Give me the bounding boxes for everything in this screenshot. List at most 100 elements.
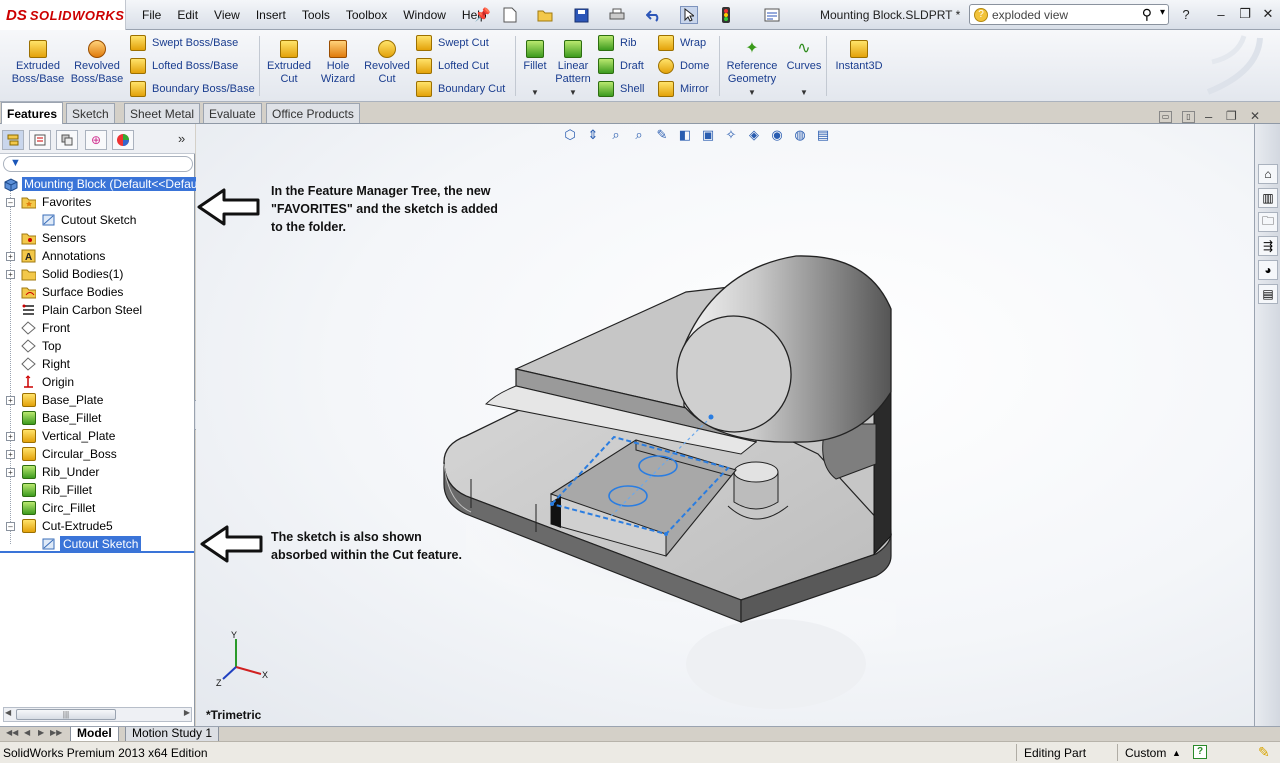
help-icon[interactable]: ? bbox=[1176, 5, 1196, 23]
swept-boss-button[interactable]: Swept Boss/Base bbox=[130, 33, 238, 53]
tree-item-favorites[interactable]: – Favorites bbox=[0, 193, 195, 211]
tree-item-base-plate[interactable]: + Base_Plate bbox=[0, 391, 195, 409]
search-dropdown-icon[interactable]: ▾ bbox=[1160, 7, 1165, 18]
expand-icon[interactable]: + bbox=[6, 449, 15, 459]
quick-tips-icon[interactable]: ? bbox=[1193, 745, 1207, 759]
tab-evaluate[interactable]: Evaluate bbox=[203, 103, 262, 123]
tab-motion-study-1[interactable]: Motion Study 1 bbox=[125, 727, 220, 742]
undo-icon[interactable] bbox=[645, 6, 663, 24]
rollback-bar[interactable] bbox=[0, 551, 194, 553]
new-document-icon[interactable] bbox=[501, 6, 519, 24]
expand-tabs-icon[interactable]: » bbox=[178, 131, 185, 146]
graphics-area[interactable]: ⬡ ⇕ ⌕ ⌕ ✎ ◧ ▣ ✧ ◈ ◉ ◍ ▤ Y X Z In the Fea… bbox=[196, 124, 1254, 726]
linear-pattern-button[interactable]: Linear Pattern bbox=[553, 40, 593, 86]
boundary-boss-button[interactable]: Boundary Boss/Base bbox=[130, 79, 255, 99]
expand-icon[interactable]: + bbox=[6, 251, 15, 261]
previous-tab-icon[interactable]: ◀ bbox=[24, 728, 30, 737]
print-icon[interactable] bbox=[608, 6, 626, 24]
curves-button[interactable]: ∿ Curves bbox=[784, 40, 824, 73]
menu-window[interactable]: Window bbox=[395, 8, 454, 22]
dome-button[interactable]: Dome bbox=[658, 56, 709, 76]
file-explorer-icon[interactable]: 🗀 bbox=[1258, 212, 1278, 232]
viewport-tile-vertical-icon[interactable]: ▯ bbox=[1182, 111, 1195, 123]
dimxpert-tab-icon[interactable]: ⊕ bbox=[85, 130, 107, 150]
revolved-cut-button[interactable]: Revolved Cut bbox=[362, 40, 412, 86]
reference-geometry-button[interactable]: ✦ Reference Geometry bbox=[723, 40, 781, 86]
collapse-icon[interactable]: – bbox=[6, 521, 15, 531]
pin-icon[interactable]: 📌 bbox=[474, 6, 492, 24]
menu-toolbox[interactable]: Toolbox bbox=[338, 8, 395, 22]
tab-office-products[interactable]: Office Products bbox=[266, 103, 360, 123]
save-icon[interactable] bbox=[572, 6, 590, 24]
tree-filter[interactable]: ▼ bbox=[3, 156, 193, 172]
linear-pattern-dropdown-icon[interactable]: ▼ bbox=[569, 88, 577, 97]
scroll-left-icon[interactable]: ◀ bbox=[5, 708, 11, 717]
expand-icon[interactable]: + bbox=[6, 269, 15, 279]
design-library-icon[interactable]: ▥ bbox=[1258, 188, 1278, 208]
viewport-restore-icon[interactable]: ❐ bbox=[1226, 109, 1237, 123]
rib-button[interactable]: Rib bbox=[598, 33, 637, 53]
search-icon[interactable]: ⚲ bbox=[1142, 6, 1152, 23]
reference-geometry-dropdown-icon[interactable]: ▼ bbox=[748, 88, 756, 97]
tree-item-favorites-cutout-sketch[interactable]: Cutout Sketch bbox=[0, 211, 195, 229]
tree-item-vertical-plate[interactable]: + Vertical_Plate bbox=[0, 427, 195, 445]
tree-item-annotations[interactable]: + A Annotations bbox=[0, 247, 195, 265]
app-logo[interactable]: DS SOLIDWORKS bbox=[0, 0, 126, 30]
menu-file[interactable]: File bbox=[134, 8, 169, 22]
tree-horizontal-scrollbar[interactable]: ◀ ||| ▶ bbox=[3, 707, 192, 722]
feature-manager-tab-icon[interactable] bbox=[2, 130, 24, 150]
first-tab-icon[interactable]: ◀◀ bbox=[6, 728, 18, 737]
tree-item-surface-bodies[interactable]: Surface Bodies bbox=[0, 283, 195, 301]
tree-root[interactable]: Mounting Block (Default<<Default> bbox=[0, 175, 213, 193]
view-palette-icon[interactable]: ⇶ bbox=[1258, 236, 1278, 256]
swept-cut-button[interactable]: Swept Cut bbox=[416, 33, 489, 53]
restore-icon[interactable]: ❐ bbox=[1235, 5, 1255, 23]
viewport-minimize-icon[interactable]: – bbox=[1205, 109, 1212, 124]
expand-icon[interactable]: + bbox=[6, 431, 15, 441]
search-box[interactable]: ? ⚲ ▾ bbox=[969, 4, 1169, 25]
tree-item-front-plane[interactable]: Front bbox=[0, 319, 195, 337]
tree-item-base-fillet[interactable]: Base_Fillet bbox=[0, 409, 195, 427]
fillet-dropdown-icon[interactable]: ▼ bbox=[531, 88, 539, 97]
tree-item-sensors[interactable]: Sensors bbox=[0, 229, 195, 247]
expand-icon[interactable]: + bbox=[6, 467, 15, 477]
extruded-boss-button[interactable]: Extruded Boss/Base bbox=[10, 40, 66, 86]
scroll-right-icon[interactable]: ▶ bbox=[184, 708, 190, 717]
tree-item-origin[interactable]: Origin bbox=[0, 373, 195, 391]
menu-edit[interactable]: Edit bbox=[169, 8, 206, 22]
extruded-cut-button[interactable]: Extruded Cut bbox=[264, 40, 314, 86]
revolved-boss-button[interactable]: Revolved Boss/Base bbox=[70, 40, 124, 86]
boundary-cut-button[interactable]: Boundary Cut bbox=[416, 79, 505, 99]
tab-model[interactable]: Model bbox=[70, 727, 119, 742]
open-folder-icon[interactable] bbox=[536, 6, 554, 24]
tree-item-rib-under[interactable]: + Rib_Under bbox=[0, 463, 195, 481]
tree-item-material[interactable]: Plain Carbon Steel bbox=[0, 301, 195, 319]
viewport-close-icon[interactable]: ✕ bbox=[1250, 109, 1260, 123]
expand-icon[interactable]: + bbox=[6, 395, 15, 405]
tree-item-solid-bodies[interactable]: + Solid Bodies(1) bbox=[0, 265, 195, 283]
lofted-cut-button[interactable]: Lofted Cut bbox=[416, 56, 489, 76]
collapse-icon[interactable]: – bbox=[6, 197, 15, 207]
solidworks-resources-icon[interactable]: ⌂ bbox=[1258, 164, 1278, 184]
minimize-icon[interactable]: – bbox=[1211, 5, 1231, 23]
shell-button[interactable]: Shell bbox=[598, 79, 644, 99]
custom-properties-icon[interactable]: ▤ bbox=[1258, 284, 1278, 304]
instant3d-button[interactable]: Instant3D bbox=[832, 40, 886, 73]
menu-view[interactable]: View bbox=[206, 8, 248, 22]
scroll-thumb[interactable]: ||| bbox=[16, 709, 116, 720]
display-manager-tab-icon[interactable] bbox=[112, 130, 134, 150]
wrap-button[interactable]: Wrap bbox=[658, 33, 706, 53]
tree-item-rib-fillet[interactable]: Rib_Fillet bbox=[0, 481, 195, 499]
last-tab-icon[interactable]: ▶▶ bbox=[50, 728, 62, 737]
status-units[interactable]: Custom bbox=[1125, 746, 1166, 760]
tab-sheet-metal[interactable]: Sheet Metal bbox=[124, 103, 201, 123]
tree-item-cut-extrude5[interactable]: – Cut-Extrude5 bbox=[0, 517, 195, 535]
fillet-button[interactable]: Fillet bbox=[519, 40, 551, 73]
close-icon[interactable]: ✕ bbox=[1258, 5, 1278, 23]
select-pointer-icon[interactable] bbox=[680, 6, 698, 24]
curves-dropdown-icon[interactable]: ▼ bbox=[800, 88, 808, 97]
tab-features[interactable]: Features bbox=[1, 102, 64, 124]
tree-item-right-plane[interactable]: Right bbox=[0, 355, 195, 373]
mirror-button[interactable]: Mirror bbox=[658, 79, 709, 99]
tree-item-circ-fillet[interactable]: Circ_Fillet bbox=[0, 499, 195, 517]
